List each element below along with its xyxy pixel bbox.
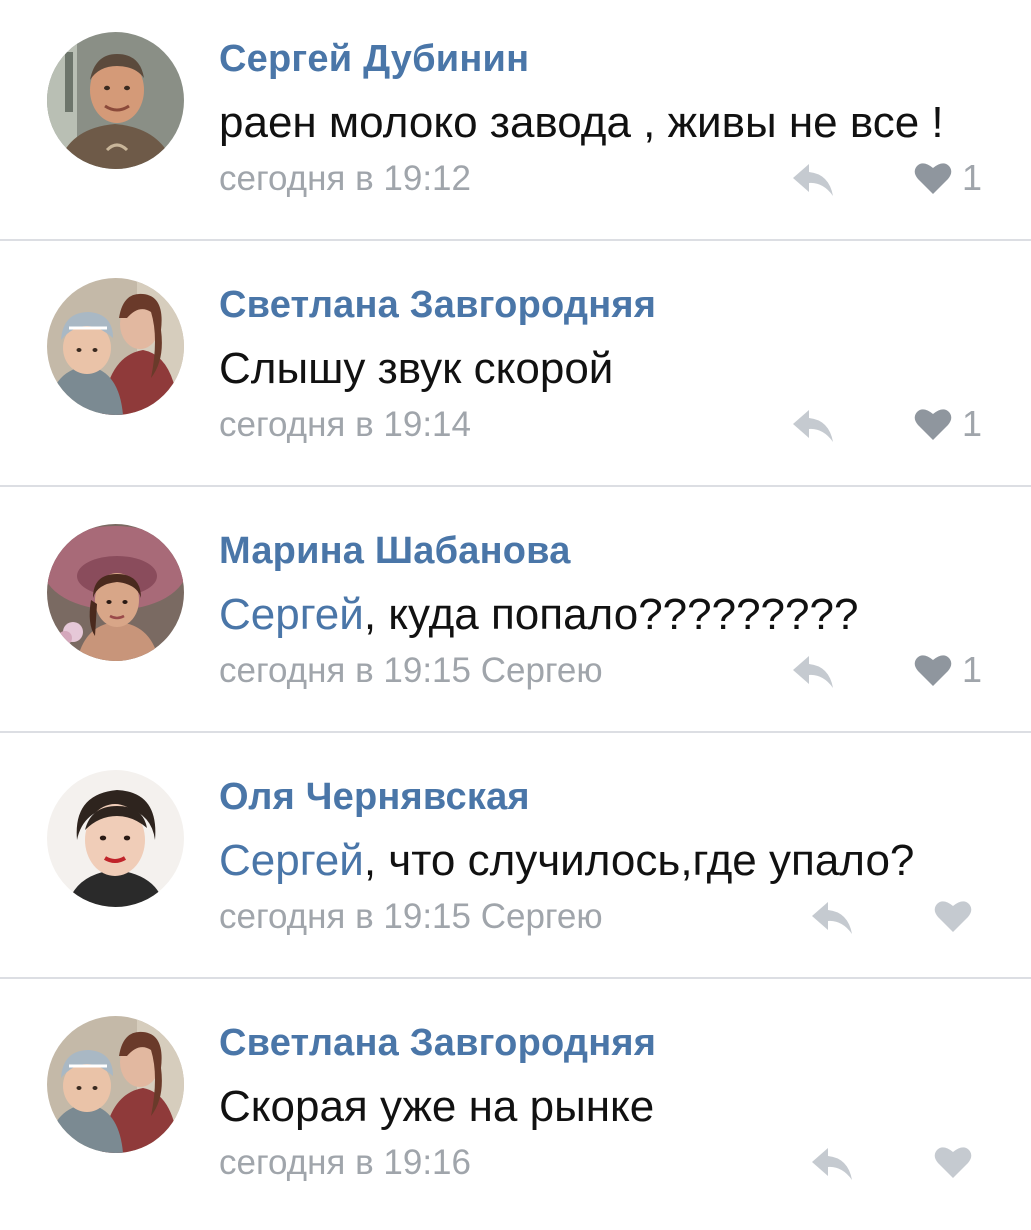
like-button[interactable] (934, 1140, 982, 1184)
comment-body: Скорая уже на рынке (219, 1082, 655, 1131)
avatar-man-icon (47, 32, 184, 169)
avatar[interactable] (47, 32, 184, 169)
like-count: 1 (962, 157, 983, 198)
reply-icon[interactable] (791, 406, 835, 444)
like-button[interactable]: 1 (914, 156, 982, 200)
avatar-woman-hat-icon (47, 524, 184, 661)
comment-item: Оля Чернявская Сергей, что случилось,где… (0, 738, 1031, 984)
comment-item: Светлана Завгородняя Скорая уже на рынке… (0, 984, 1031, 1230)
like-count: 1 (962, 649, 983, 690)
heart-icon (914, 655, 952, 686)
like-count: 1 (962, 403, 983, 444)
comment-body: , что случилось,где упало? (363, 836, 915, 885)
heart-icon (914, 163, 952, 194)
mention-link[interactable]: Сергей (219, 590, 364, 639)
comment-author[interactable]: Светлана Завгородняя (219, 284, 656, 327)
comment-body: , куда попало????????? (363, 590, 859, 639)
heart-icon (914, 409, 952, 440)
comment-text: Скорая уже на рынке (219, 1082, 654, 1132)
avatar[interactable] (47, 1016, 184, 1153)
comment-item: Марина Шабанова Сергей, куда попало?????… (0, 492, 1031, 738)
comment-body: Слышу звук скорой (219, 344, 614, 393)
reply-icon[interactable] (791, 652, 835, 690)
comment-text: Слышу звук скорой (219, 344, 613, 394)
avatar-woman-icon (47, 770, 184, 907)
comment-text: раен молоко завода , живы не все ! (219, 98, 944, 148)
reply-icon[interactable] (810, 898, 854, 936)
comment-author[interactable]: Сергей Дубинин (219, 38, 529, 81)
comment-timestamp[interactable]: сегодня в 19:15 Сергею (219, 897, 603, 937)
comments-list: Сергей Дубинин раен молоко завода , живы… (0, 0, 1031, 1230)
comment-timestamp[interactable]: сегодня в 19:12 (219, 159, 471, 199)
mention-link[interactable]: Сергей (219, 836, 364, 885)
comment-text: Сергей, куда попало????????? (219, 590, 858, 640)
avatar[interactable] (47, 524, 184, 661)
comment-author[interactable]: Марина Шабанова (219, 530, 571, 573)
avatar[interactable] (47, 278, 184, 415)
comment-timestamp[interactable]: сегодня в 19:15 Сергею (219, 651, 603, 691)
reply-icon[interactable] (810, 1144, 854, 1182)
comment-item: Светлана Завгородняя Слышу звук скорой с… (0, 246, 1031, 492)
avatar[interactable] (47, 770, 184, 907)
like-button[interactable]: 1 (914, 402, 982, 446)
reply-icon[interactable] (791, 160, 835, 198)
comment-timestamp[interactable]: сегодня в 19:16 (219, 1143, 471, 1183)
comment-item: Сергей Дубинин раен молоко завода , живы… (0, 0, 1031, 246)
comment-timestamp[interactable]: сегодня в 19:14 (219, 405, 471, 445)
comment-author[interactable]: Светлана Завгородняя (219, 1022, 656, 1065)
heart-icon (934, 901, 972, 932)
comment-body: раен молоко завода , живы не все ! (219, 98, 944, 147)
avatar-woman-child-icon (47, 278, 184, 415)
like-button[interactable]: 1 (914, 648, 982, 692)
comment-text: Сергей, что случилось,где упало? (219, 836, 914, 886)
avatar-woman-child-icon (47, 1016, 184, 1153)
like-button[interactable] (934, 894, 982, 938)
comment-author[interactable]: Оля Чернявская (219, 776, 530, 819)
heart-icon (934, 1147, 972, 1178)
